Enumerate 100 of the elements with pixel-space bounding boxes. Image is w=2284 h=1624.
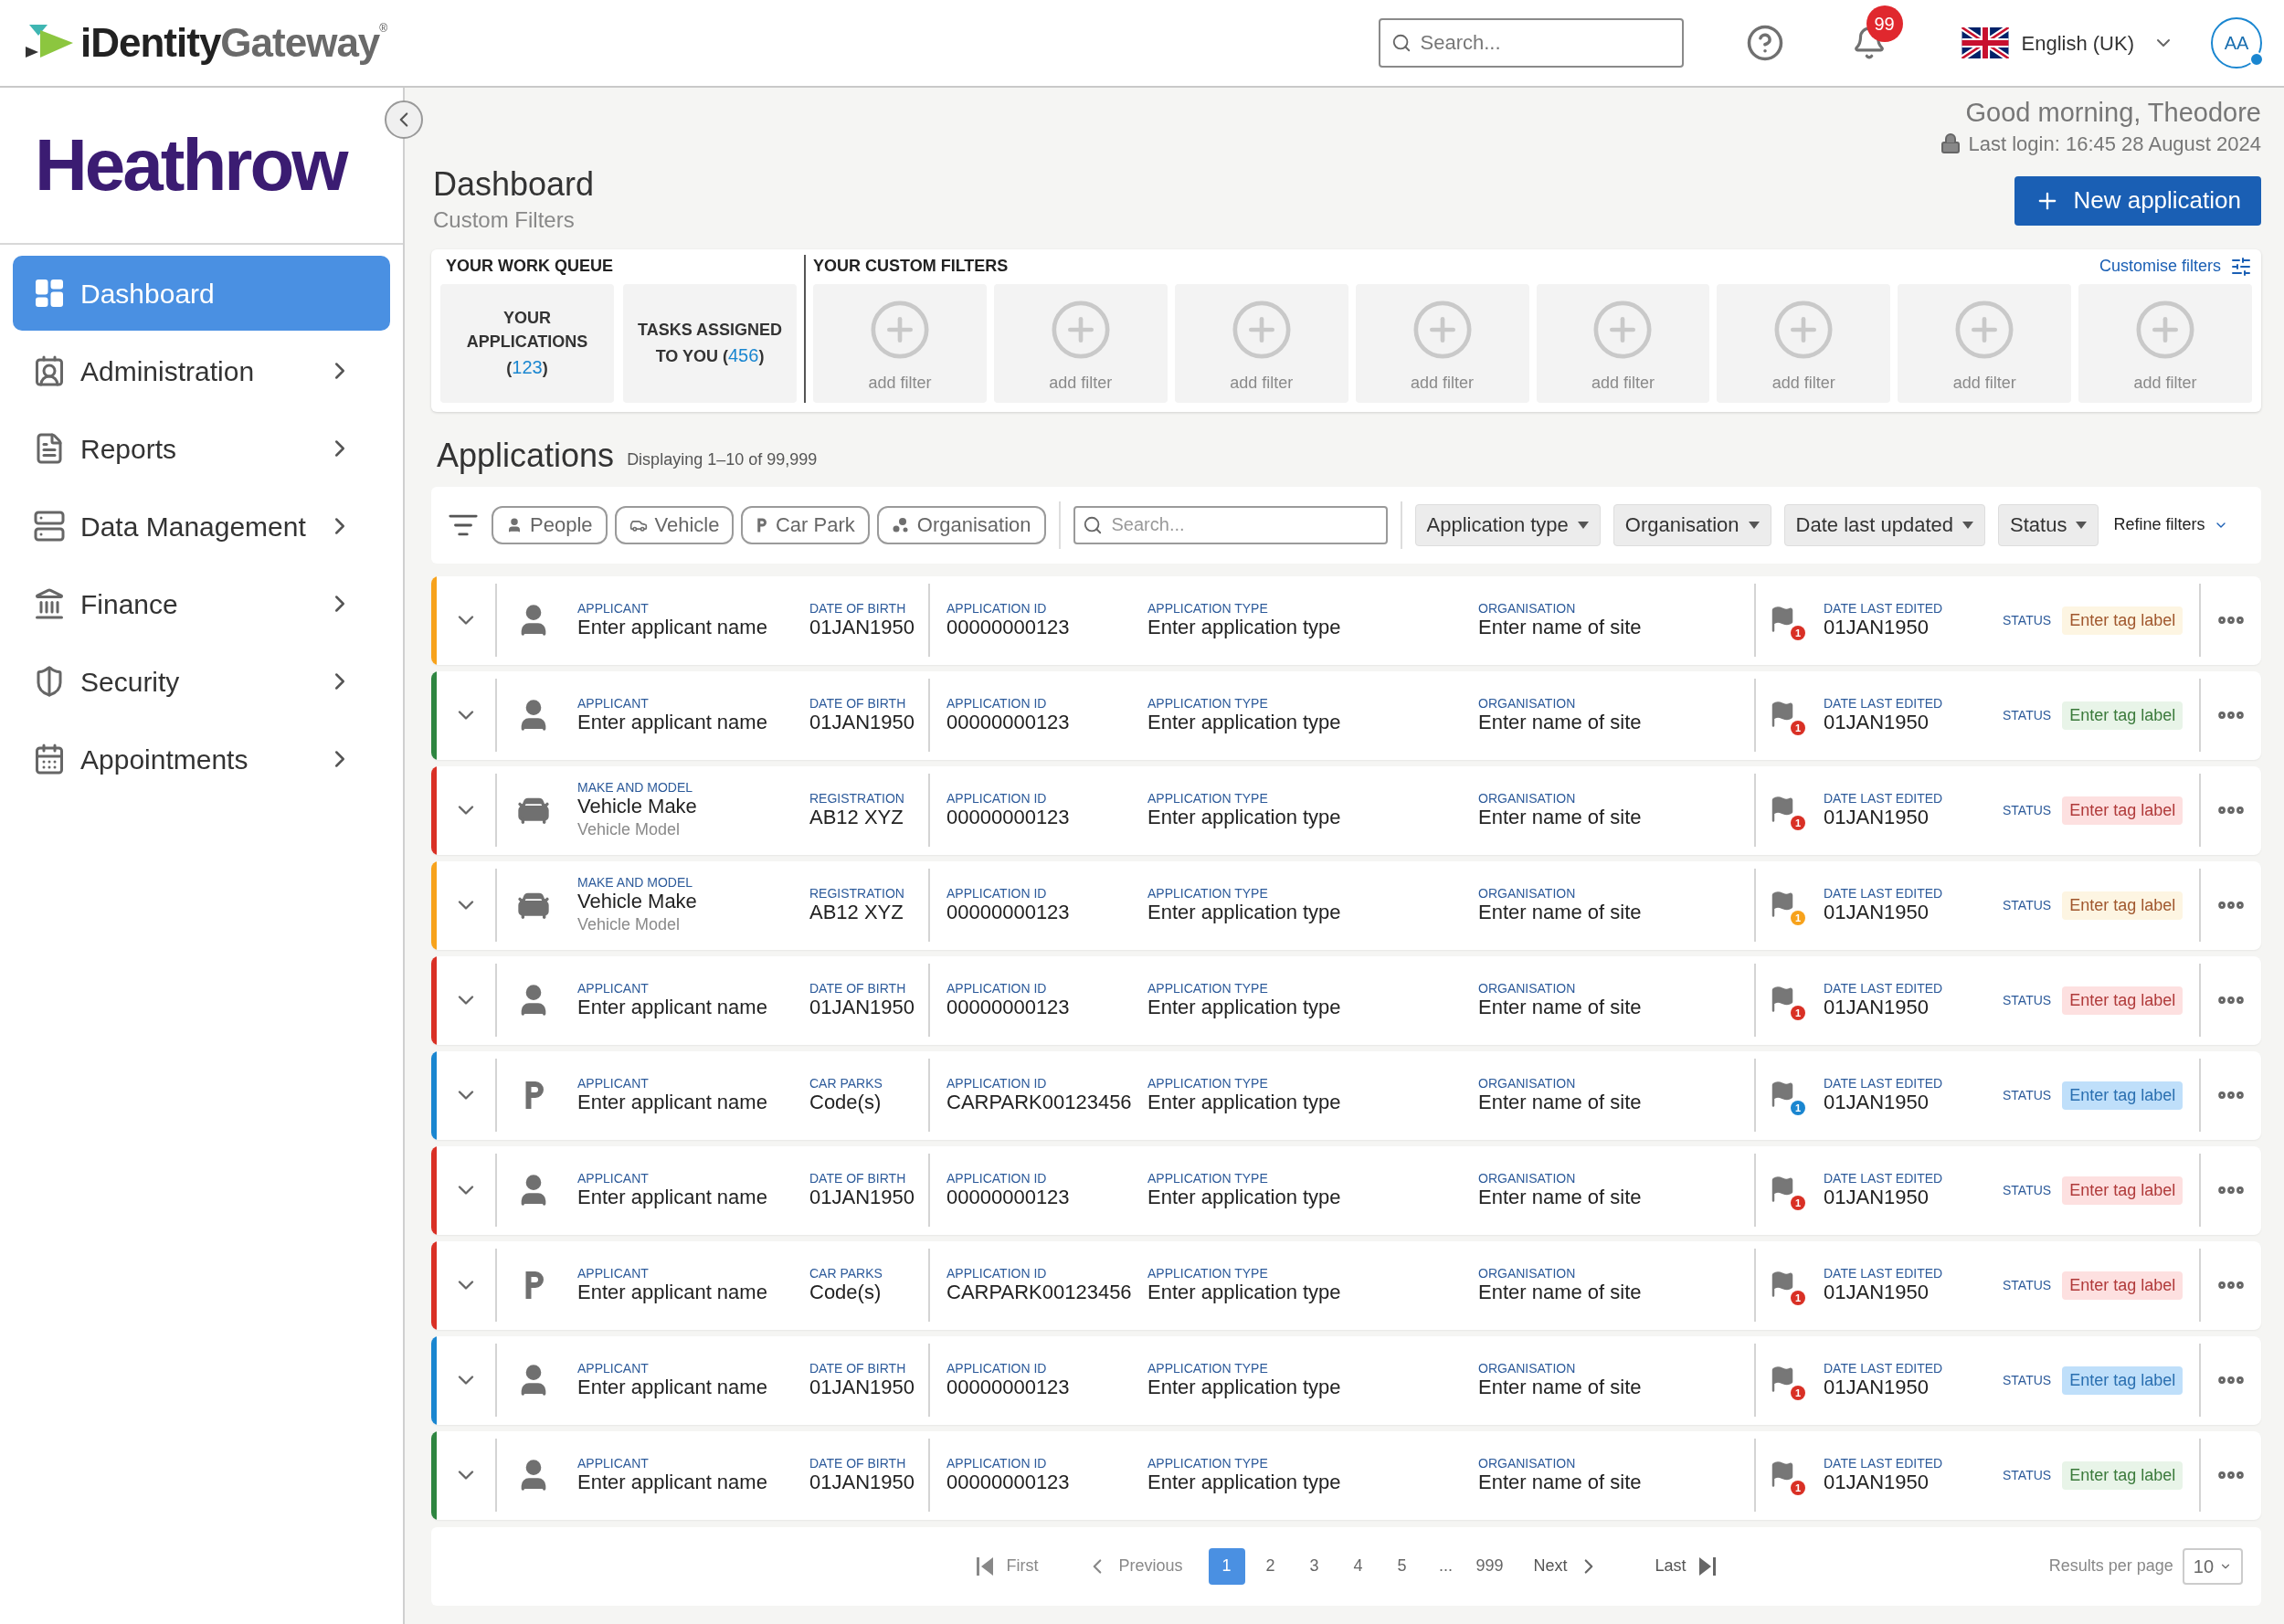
add-filter-tile[interactable]: add filter <box>993 284 1168 403</box>
application-row[interactable] <box>431 1146 2261 1235</box>
application-row[interactable] <box>431 1336 2261 1425</box>
page-number[interactable]: 2 <box>1252 1548 1289 1585</box>
field-label: APPLICATION ID <box>946 791 1048 806</box>
sliders-icon[interactable] <box>2230 256 2252 278</box>
language-selector[interactable]: English (UK) <box>2021 27 2134 58</box>
status-label: STATUS <box>2003 1182 2052 1199</box>
field-label: ORGANISATION <box>1478 791 1577 806</box>
filter-dropdown[interactable]: Status <box>1998 504 2099 546</box>
nav-item[interactable]: Appointments <box>13 722 390 796</box>
page-number[interactable]: 5 <box>1383 1548 1421 1585</box>
search-icon <box>1082 515 1103 535</box>
greeting-text: Good morning, Theodore <box>1965 97 2261 129</box>
refine-filters-link[interactable]: Refine filters <box>2113 512 2205 538</box>
first-page-link[interactable]: First <box>1006 1554 1039 1579</box>
page-number[interactable]: 999 <box>1471 1548 1508 1585</box>
field-label: APPLICATION ID <box>946 886 1048 901</box>
search-field[interactable]: Search... <box>1073 506 1388 544</box>
filter-chip[interactable]: Organisation <box>876 506 1046 544</box>
logo-text-secondary: Gateway <box>220 23 380 63</box>
nav-item[interactable]: Administration <box>13 333 390 408</box>
field-label: APPLICATION ID <box>946 1361 1048 1376</box>
customise-filters-link[interactable]: Customise filters <box>2099 254 2221 279</box>
dashboard-icon <box>33 277 66 310</box>
field-label: APPLICATION ID <box>946 1171 1048 1186</box>
collapse-sidebar-button[interactable] <box>385 100 423 139</box>
field-value: Enter name of site <box>1478 901 1643 925</box>
page-title: Dashboard <box>433 163 595 204</box>
nav-item[interactable]: Data Management <box>13 489 390 564</box>
uk-flag-icon <box>1961 27 2009 58</box>
person-icon <box>506 517 523 533</box>
page-number[interactable]: 1 <box>1208 1548 1245 1585</box>
work-queue-tile[interactable]: YOUR APPLICATIONS (123) <box>440 284 614 403</box>
field-label: REGISTRATION <box>809 791 905 806</box>
filter-chip[interactable]: People <box>492 506 608 544</box>
nav-item[interactable]: Dashboard <box>13 256 390 331</box>
first-page-icon[interactable] <box>977 1556 996 1577</box>
help-icon[interactable] <box>1745 24 1784 62</box>
new-application-button[interactable]: New application <box>2014 176 2261 226</box>
field-label: DATE OF BIRTH <box>809 1361 907 1376</box>
nav-item[interactable]: Security <box>13 644 390 719</box>
status-tag: Enter tag label <box>2062 1461 2184 1490</box>
add-filter-tile[interactable]: add filter <box>1536 284 1710 403</box>
filter-dropdown[interactable]: Organisation <box>1613 504 1771 546</box>
nav-label: Data Management <box>80 510 306 543</box>
next-page-link[interactable]: Next <box>1533 1554 1568 1579</box>
application-row[interactable] <box>431 766 2261 855</box>
field-label: DATE OF BIRTH <box>809 601 907 616</box>
field-value: 00000000123 <box>946 1376 1071 1400</box>
field-label: ORGANISATION <box>1478 981 1577 996</box>
field-value: Enter application type <box>1147 806 1342 830</box>
add-filter-tile[interactable]: add filter <box>1898 284 2072 403</box>
results-summary: Displaying 1–10 of 99,999 <box>627 449 818 470</box>
field-label: DATE LAST EDITED <box>1824 981 1944 996</box>
search-field[interactable]: Search... <box>1378 18 1684 68</box>
page-number[interactable]: 4 <box>1339 1548 1377 1585</box>
work-queue-tile[interactable]: TASKS ASSIGNED TO YOU (456) <box>623 284 797 403</box>
page-number[interactable]: 3 <box>1295 1548 1333 1585</box>
application-row[interactable] <box>431 1431 2261 1520</box>
add-filter-tile[interactable]: add filter <box>1174 284 1348 403</box>
field-label: APPLICATION TYPE <box>1147 601 1269 616</box>
field-value: Enter application type <box>1147 1471 1342 1495</box>
flag-count: 1 <box>1791 1196 1805 1211</box>
field-value: Enter applicant name <box>577 1091 768 1115</box>
field-label: DATE OF BIRTH <box>809 981 907 996</box>
tile-label: add filter <box>1049 373 1113 394</box>
previous-page-link[interactable]: Previous <box>1118 1554 1183 1579</box>
field-label: ORGANISATION <box>1478 1171 1577 1186</box>
heathrow-logo: Heathrow <box>35 129 346 202</box>
application-row[interactable] <box>431 1051 2261 1140</box>
page-number[interactable]: ... <box>1427 1548 1465 1585</box>
parking-icon <box>756 517 768 533</box>
last-page-icon[interactable] <box>1697 1556 1716 1577</box>
field-label: APPLICATION TYPE <box>1147 1171 1269 1186</box>
filter-dropdown[interactable]: Date last updated <box>1783 504 1986 546</box>
application-row[interactable] <box>431 671 2261 760</box>
nav-item[interactable]: Reports <box>13 411 390 486</box>
filter-dropdown[interactable]: Application type <box>1414 504 1601 546</box>
results-per-page-select[interactable]: 10 <box>2182 1548 2243 1585</box>
flag-count: 1 <box>1791 1386 1805 1401</box>
add-filter-tile[interactable]: add filter <box>1717 284 1891 403</box>
add-filter-tile[interactable]: add filter <box>813 284 987 403</box>
status-label: STATUS <box>2003 992 2052 1009</box>
filter-chip[interactable]: Car Park <box>741 506 870 544</box>
field-label: DATE LAST EDITED <box>1824 601 1944 616</box>
status-tag: Enter tag label <box>2062 796 2184 825</box>
field-label: DATE LAST EDITED <box>1824 1266 1944 1281</box>
application-row[interactable] <box>431 1241 2261 1330</box>
application-row[interactable] <box>431 956 2261 1045</box>
last-page-link[interactable]: Last <box>1655 1554 1687 1579</box>
add-filter-tile[interactable]: add filter <box>2078 284 2252 403</box>
field-value: 01JAN1950 <box>809 1376 915 1400</box>
field-value: 01JAN1950 <box>1824 996 1930 1020</box>
filter-chip[interactable]: Vehicle <box>614 506 735 544</box>
application-row[interactable] <box>431 576 2261 665</box>
add-filter-tile[interactable]: add filter <box>1355 284 1529 403</box>
nav-item[interactable]: Finance <box>13 566 390 641</box>
application-row[interactable] <box>431 861 2261 950</box>
nav-label: Appointments <box>80 743 248 776</box>
